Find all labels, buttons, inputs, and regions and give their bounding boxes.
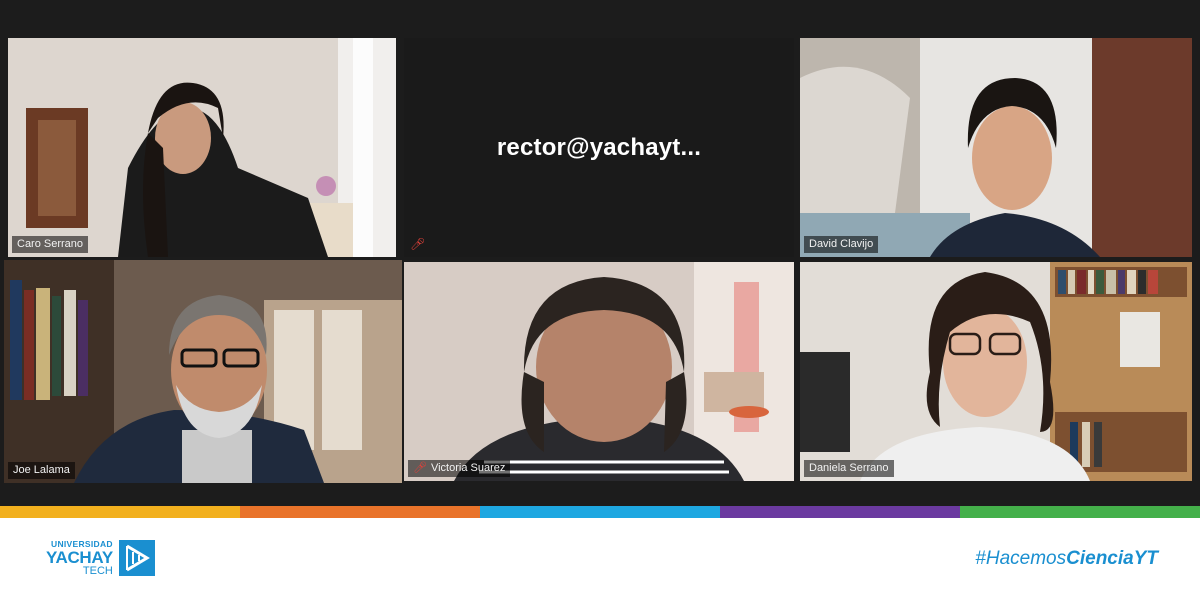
participant-name: Victoria Suarez (430, 462, 506, 474)
participant-tile-victoria-suarez[interactable]: 🎤︎ Victoria Suarez (404, 262, 794, 481)
participant-name-tag: Daniela Serrano (804, 460, 894, 477)
logo-wordmark: UNIVERSIDAD YACHAY TECH (46, 540, 113, 577)
participant-video (8, 38, 396, 257)
brand-color-stripe (0, 506, 1200, 518)
participant-display-name: rector@yachayt... (496, 133, 702, 161)
participant-video (404, 262, 794, 481)
logo-line-2: YACHAY (46, 547, 113, 567)
video-gallery: Caro Serrano rector@yachayt... 🎤︎ David … (0, 0, 1200, 506)
participant-name: Joe Lalama (13, 464, 70, 476)
participant-name-tag: 🎤︎ Victoria Suarez (408, 460, 511, 477)
logo-line-3: TECH (82, 564, 113, 577)
participant-name: Caro Serrano (17, 238, 84, 250)
participant-name-tag: Caro Serrano (12, 236, 89, 253)
participant-tile-caro-serrano[interactable]: Caro Serrano (8, 38, 396, 257)
stripe-segment (720, 506, 960, 518)
participant-name-tag: Joe Lalama (8, 462, 75, 479)
participant-video (800, 38, 1192, 257)
hashtag-prefix: #Hacemos (975, 548, 1067, 569)
participant-video (4, 260, 402, 483)
muted-mic-icon: 🎤︎ (410, 237, 426, 251)
muted-mic-icon: 🎤︎ (413, 461, 427, 474)
campaign-hashtag: #HacemosCienciaYT (975, 548, 1158, 570)
participant-tile-david-clavijo[interactable]: David Clavijo (800, 38, 1192, 257)
hashtag-bold: CienciaYT (1066, 548, 1158, 569)
university-logo: UNIVERSIDAD YACHAY TECH (46, 540, 155, 577)
participant-name: David Clavijo (809, 238, 874, 250)
stripe-segment (240, 506, 480, 518)
stripe-segment (960, 506, 1200, 518)
participant-tile-daniela-serrano[interactable]: Daniela Serrano (800, 262, 1192, 481)
stripe-segment (0, 506, 240, 518)
yachay-logo-icon (118, 540, 155, 577)
participant-tile-joe-lalama[interactable]: Joe Lalama (4, 260, 402, 483)
participant-name: Daniela Serrano (809, 462, 889, 474)
participant-video (800, 262, 1192, 481)
participant-tile-rector[interactable]: rector@yachayt... 🎤︎ (404, 38, 794, 257)
footer-banner: UNIVERSIDAD YACHAY TECH #HacemosCienciaY… (0, 518, 1200, 598)
stripe-segment (480, 506, 720, 518)
participant-name-tag: David Clavijo (804, 236, 879, 253)
